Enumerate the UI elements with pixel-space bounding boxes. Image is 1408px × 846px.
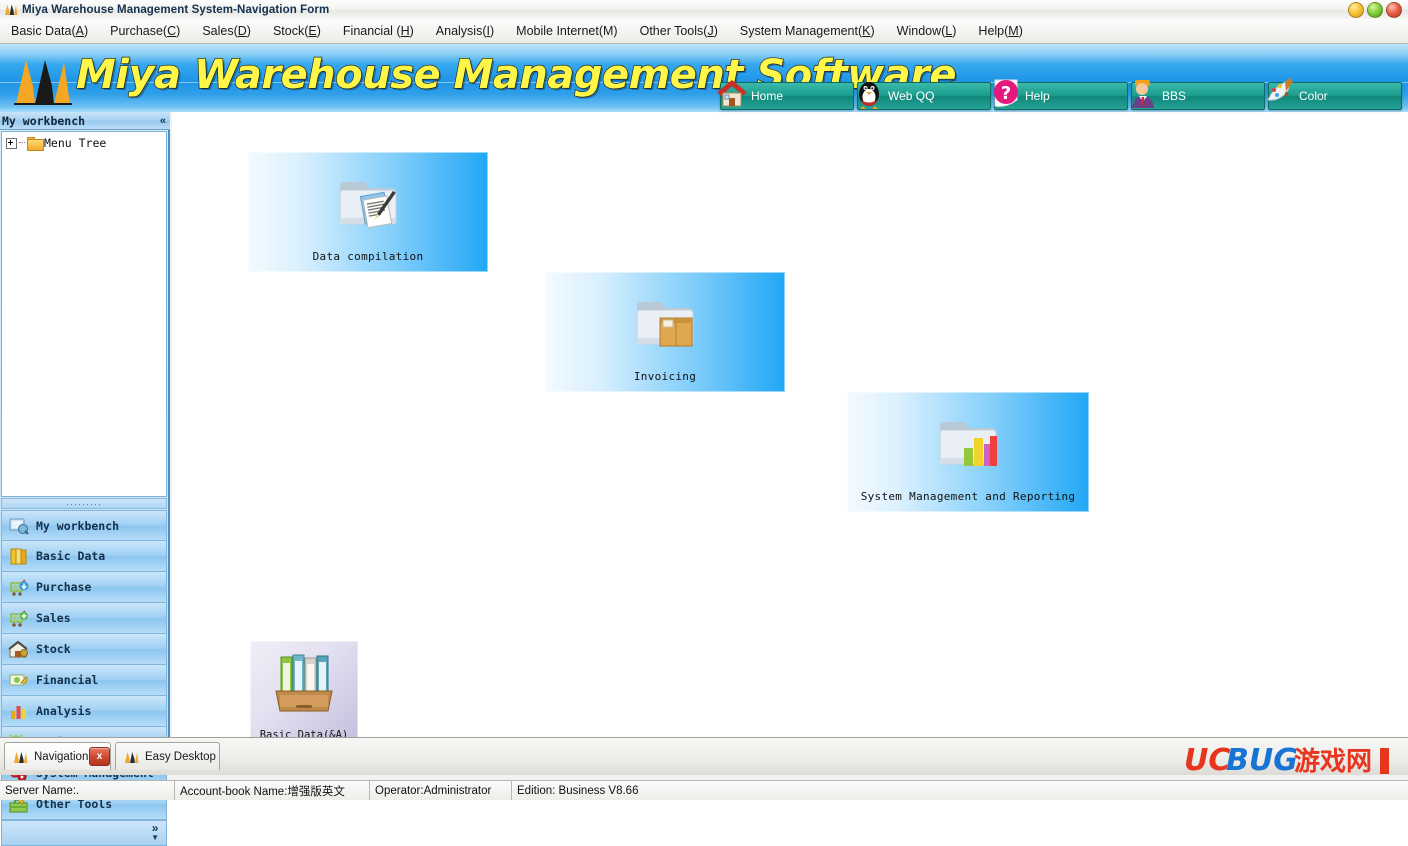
category-label: System Management and Reporting	[860, 490, 1076, 503]
tile-basic-data[interactable]: Basic Data(&A)	[250, 641, 358, 737]
category-system-management-reporting[interactable]: System Management and Reporting	[847, 392, 1089, 512]
sidebar: My workbench « Menu Tree ········· My wo…	[0, 112, 170, 846]
menu-item-help-m[interactable]: Help(M)	[967, 22, 1033, 40]
svg-text:UC: UC	[1184, 743, 1230, 778]
banner-button-label: Web QQ	[888, 89, 935, 103]
money-icon	[8, 671, 29, 690]
menu-item-window-l[interactable]: Window(L)	[886, 22, 968, 40]
application-window: Miya Warehouse Management System-Navigat…	[0, 0, 1408, 846]
sidebar-item-label: Sales	[36, 611, 71, 625]
menu-bar: Basic Data(A) Purchase(C) Sales(D) Stock(E)…	[0, 19, 1408, 44]
sidebar-title: My workbench	[2, 113, 86, 128]
banner-button-color[interactable]: Color	[1267, 78, 1402, 110]
category-label: Invoicing	[633, 370, 697, 383]
sidebar-item-basic-data[interactable]: Basic Data	[1, 541, 167, 572]
house-icon	[715, 76, 749, 110]
folder-box-icon	[627, 286, 703, 358]
taskbar: Navigation... x Easy Desktop UC BUG 游戏网 …	[0, 737, 1408, 795]
banner-logo-icon	[12, 54, 74, 106]
tile-label: Basic Data(&A)	[259, 729, 349, 737]
sidebar-item-label: Analysis	[36, 704, 92, 718]
status-bar: Server Name:. Account-book Name:增强版英文 Oper…	[0, 780, 1408, 800]
person-icon	[1126, 76, 1160, 110]
minimize-button[interactable]	[1348, 2, 1364, 18]
menu-item-stock-e[interactable]: Stock(E)	[262, 22, 332, 40]
tree-connector	[19, 142, 25, 144]
window-title: Miya Warehouse Management System-Navigat…	[22, 3, 330, 16]
sidebar-item-label: Basic Data	[36, 549, 106, 563]
penguin-icon	[852, 76, 886, 110]
banner-button-label: Home	[751, 89, 784, 103]
close-button[interactable]	[1386, 2, 1402, 18]
svg-text:游戏网: 游戏网	[1294, 747, 1372, 777]
category-data-compilation[interactable]: Data compilation	[248, 152, 488, 272]
sidebar-item-financial[interactable]: Financial	[1, 665, 167, 696]
app-logo-icon	[4, 3, 18, 16]
sidebar-item-label: Stock	[36, 642, 71, 656]
books-icon	[8, 547, 29, 566]
banner-button-home[interactable]: Home	[717, 80, 854, 110]
sidebar-splitter[interactable]: ·········	[1, 498, 167, 509]
title-bar: Miya Warehouse Management System-Navigat…	[0, 0, 1408, 20]
sidebar-expand-more[interactable]: » ▼	[1, 820, 167, 846]
menu-item-mobile-internet-m[interactable]: Mobile Internet(M)	[505, 22, 628, 40]
menu-item-basic-data-a[interactable]: Basic Data(A)	[0, 22, 99, 40]
banner-button-web-qq[interactable]: Web QQ	[857, 82, 991, 110]
sidebar-item-label: Financial	[36, 673, 99, 687]
banner-toolbar: Home Web QQ? Help BBS Color	[717, 78, 1402, 110]
status-cell-1: Account-book Name:增强版英文	[175, 781, 370, 800]
sidebar-item-label: Purchase	[36, 580, 92, 594]
menu-item-system-management-k[interactable]: System Management(K)	[729, 22, 886, 40]
status-cell-3: Edition: Business V8.66	[517, 784, 639, 797]
svg-text:BUG: BUG	[1226, 743, 1298, 778]
menu-item-sales-d[interactable]: Sales(D)	[191, 22, 262, 40]
tree-expander-icon[interactable]	[6, 137, 17, 149]
banner-button-help[interactable]: ? Help	[994, 79, 1128, 110]
app-logo-icon	[13, 750, 28, 764]
app-logo-icon	[124, 750, 139, 764]
close-icon[interactable]: x	[89, 747, 110, 766]
task-easy-desktop[interactable]: Easy Desktop	[115, 742, 220, 770]
sidebar-item-label: My workbench	[36, 518, 120, 533]
status-cell-2: Operator:Administrator	[370, 781, 512, 800]
sidebar-item-analysis[interactable]: Analysis	[1, 696, 167, 727]
tree-node-menu-tree[interactable]: Menu Tree	[2, 132, 166, 154]
task-label: Easy Desktop	[145, 750, 216, 763]
svg-text:?: ?	[1001, 83, 1011, 104]
banner-button-label: BBS	[1162, 89, 1187, 103]
folder-documents-icon	[330, 166, 406, 238]
warehouse-icon	[8, 640, 29, 659]
chevron-right-icon[interactable]: » ▼	[151, 822, 159, 842]
category-label: Data compilation	[312, 250, 424, 263]
cart-down-icon	[8, 578, 29, 597]
sidebar-item-purchase[interactable]: Purchase	[1, 572, 167, 603]
menu-item-analysis-i[interactable]: Analysis(I)	[425, 22, 505, 40]
maximize-button[interactable]	[1367, 2, 1383, 18]
banner-button-bbs[interactable]: BBS	[1131, 80, 1265, 110]
menu-item-financial-h[interactable]: Financial (H)	[332, 22, 425, 40]
category-invoicing[interactable]: Invoicing	[545, 272, 785, 392]
cart-plus-icon	[8, 609, 29, 628]
workbench-icon	[8, 516, 29, 535]
navigation-content: Data compilation Invoicing System Manage…	[172, 112, 1408, 737]
banner-button-label: Help	[1025, 89, 1050, 103]
menu-item-other-tools-j[interactable]: Other Tools(J)	[629, 22, 729, 40]
tree-node-label: Menu Tree	[44, 136, 107, 150]
menu-tree-panel: Menu Tree	[1, 131, 167, 497]
question-icon: ?	[989, 76, 1023, 110]
status-cell-0: Server Name:.	[0, 781, 175, 800]
sidebar-item-stock[interactable]: Stock	[1, 634, 167, 665]
banner-button-label: Color	[1299, 89, 1328, 103]
folder-icon	[27, 137, 44, 151]
sidebar-collapse-icon[interactable]: «	[160, 115, 166, 127]
sidebar-item-my-workbench[interactable]: My workbench	[1, 510, 167, 541]
window-controls	[1348, 2, 1402, 18]
menu-item-purchase-c[interactable]: Purchase(C)	[99, 22, 191, 40]
binders-icon	[268, 649, 340, 717]
sidebar-header: My workbench «	[0, 112, 170, 130]
folder-chart-icon	[930, 406, 1006, 478]
bar-chart-icon	[8, 702, 29, 721]
sidebar-item-sales[interactable]: Sales	[1, 603, 167, 634]
paintbrush-icon	[1263, 76, 1297, 110]
